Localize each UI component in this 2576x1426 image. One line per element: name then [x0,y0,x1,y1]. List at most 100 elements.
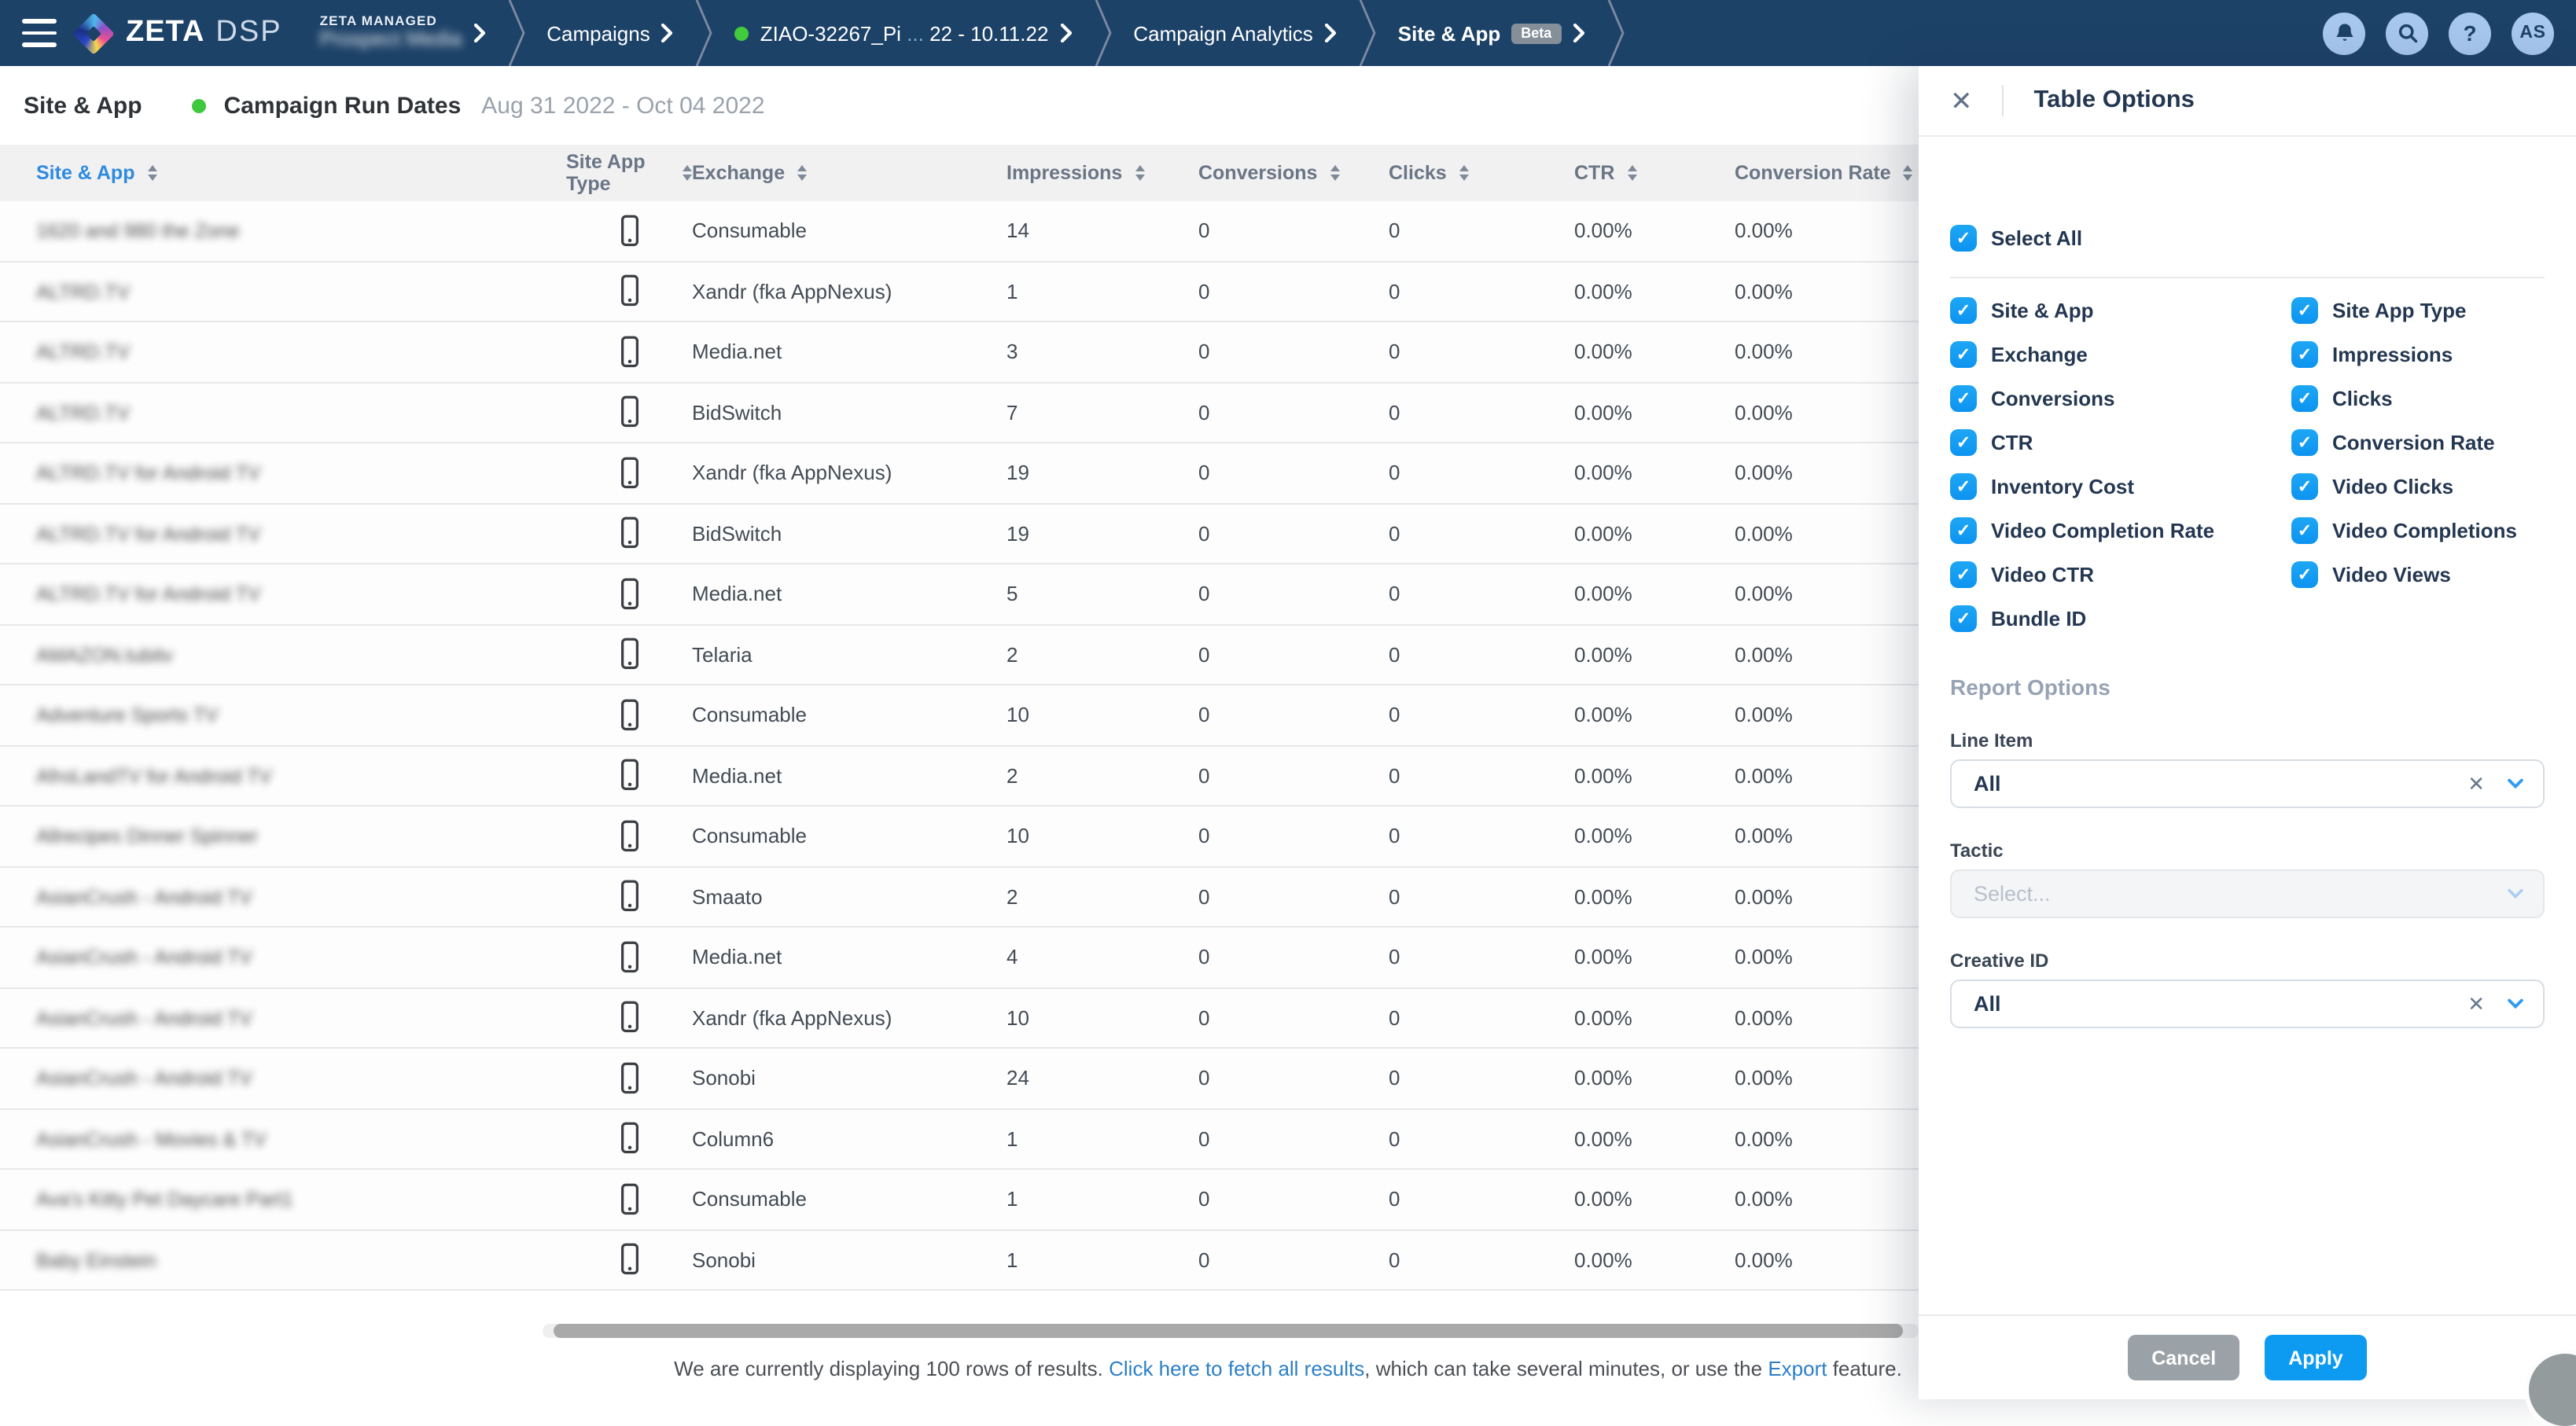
tactic-select[interactable]: Select... [1950,869,2545,918]
mobile-phone-icon [617,1122,641,1156]
column-header-exchange[interactable]: Exchange [692,162,1006,184]
column-checkbox-exchange[interactable]: ✓Exchange [1950,340,2291,367]
site-name-cell[interactable]: AsianCrush - Movies & TV [0,1127,566,1151]
site-app-type-cell [566,1182,692,1217]
column-header-ctr[interactable]: CTR [1574,162,1735,184]
column-checkbox-video-completions[interactable]: ✓Video Completions [2291,516,2563,543]
hamburger-menu-icon[interactable] [22,19,57,47]
mobile-phone-icon [617,1182,641,1217]
search-icon[interactable] [2386,12,2428,54]
exchange-cell: Column6 [692,1127,1006,1151]
ctr-cell: 0.00% [1574,1188,1735,1211]
site-name-cell[interactable]: Allrecipes Dinner Spinner [0,825,566,848]
site-name-cell[interactable]: AMAZON.tubitv [0,643,566,667]
avatar[interactable]: AS [2512,12,2554,54]
help-icon[interactable]: ? [2449,12,2491,54]
horizontal-scrollbar-thumb[interactable] [554,1324,1903,1338]
impressions-cell: 19 [1006,522,1198,546]
sort-icon [797,165,807,182]
column-header-conversions[interactable]: Conversions [1198,162,1389,184]
panel-footer: Cancel Apply [1919,1314,2576,1399]
site-name-cell[interactable]: Ava's Kitty Pet Daycare Part1 [0,1188,566,1211]
column-checkbox-site-app-type[interactable]: ✓Site App Type [2291,296,2563,323]
ctr-cell: 0.00% [1574,1248,1735,1272]
checkbox-checked-icon: ✓ [2291,472,2318,499]
site-name-cell[interactable]: ALTRD.TV [0,340,566,364]
site-name-cell[interactable]: AfroLandTV for Android TV [0,764,566,788]
conversions-cell: 0 [1198,643,1389,667]
checkbox-checked-icon: ✓ [2291,340,2318,367]
exchange-cell: Media.net [692,583,1006,606]
apply-button[interactable]: Apply [2265,1335,2366,1380]
column-checkbox-impressions[interactable]: ✓Impressions [2291,340,2563,367]
mobile-phone-icon [617,880,641,914]
breadcrumb-item-2[interactable]: ZIAO-32267_Pi ... 22 - 10.11.22 [735,21,1073,45]
column-checkbox-video-views[interactable]: ✓Video Views [2291,560,2563,587]
cancel-button[interactable]: Cancel [2128,1335,2239,1380]
close-icon[interactable]: ✕ [1950,87,1973,114]
clicks-cell: 0 [1389,1127,1574,1151]
site-name-cell[interactable]: ALTRD.TV for Android TV [0,461,566,485]
creative-id-select[interactable]: All ✕ [1950,979,2545,1028]
mobile-phone-icon [617,1061,641,1096]
column-checkbox-ctr[interactable]: ✓CTR [1950,428,2291,455]
export-link[interactable]: Export [1768,1357,1827,1380]
exchange-cell: Smaato [692,885,1006,909]
impressions-cell: 4 [1006,946,1198,969]
column-checkbox-conversions[interactable]: ✓Conversions [1950,384,2291,411]
chevron-down-icon[interactable] [2507,778,2524,789]
breadcrumb-item-3[interactable]: Campaign Analytics [1133,21,1336,45]
zeta-dsp-logo[interactable]: ZETA DSP [79,16,282,50]
breadcrumb-separator [1092,0,1113,66]
conversions-cell: 0 [1198,522,1389,546]
breadcrumb-item-0[interactable]: ZETA MANAGEDProspect Media [320,13,486,52]
site-name-cell[interactable]: ALTRD.TV [0,401,566,424]
site-name-cell[interactable]: AsianCrush - Android TV [0,885,566,909]
site-app-type-cell [566,456,692,491]
clear-icon[interactable]: ✕ [2467,771,2485,796]
column-checkbox-bundle-id[interactable]: ✓Bundle ID [1950,605,2291,631]
column-checkbox-video-clicks[interactable]: ✓ Video Clicks [2291,472,2563,499]
site-name-cell[interactable]: AsianCrush - Android TV [0,946,566,969]
column-header-clicks[interactable]: Clicks [1389,162,1574,184]
site-name-cell[interactable]: Adventure Sports TV [0,704,566,727]
clicks-cell: 0 [1389,461,1574,485]
site-name-cell[interactable]: ALTRD.TV for Android TV [0,522,566,546]
column-checkbox-grid: ✓Site & App ✓Exchange ✓Conversions ✓CTR ✓Inv… [1950,288,2563,640]
column-checkbox-site-app[interactable]: ✓Site & App [1950,296,2291,323]
clear-icon[interactable]: ✕ [2467,991,2485,1016]
chevron-down-icon[interactable] [2507,998,2524,1009]
checkbox-label: Site App Type [2332,298,2466,322]
line-item-select[interactable]: All ✕ [1950,759,2545,808]
site-name-cell[interactable]: AsianCrush - Android TV [0,1006,566,1030]
site-name-cell[interactable]: ALTRD.TV for Android TV [0,583,566,606]
ctr-cell: 0.00% [1574,219,1735,243]
column-checkbox-conversion-rate[interactable]: ✓Conversion Rate [2291,428,2563,455]
exchange-cell: Telaria [692,643,1006,667]
column-checkbox-video-ctr[interactable]: ✓Video CTR [1950,560,2291,587]
breadcrumb-label: Campaign Analytics [1133,21,1312,45]
fetch-all-results-link[interactable]: Click here to fetch all results [1109,1357,1364,1380]
column-header-site-app-type[interactable]: Site App Type [566,151,692,195]
conversions-cell: 0 [1198,280,1389,303]
breadcrumb-item-1[interactable]: Campaigns [546,21,674,45]
exchange-cell: Consumable [692,219,1006,243]
conversions-cell: 0 [1198,1127,1389,1151]
notifications-icon[interactable] [2323,12,2365,54]
column-checkbox-clicks[interactable]: ✓Clicks [2291,384,2563,411]
clicks-cell: 0 [1389,583,1574,606]
footer-text: We are currently displaying 100 rows of … [674,1357,1109,1380]
site-name-cell[interactable]: 1620 and 980 the Zone [0,219,566,243]
conversions-cell: 0 [1198,1067,1389,1090]
site-name-cell[interactable]: AsianCrush - Android TV [0,1067,566,1090]
column-header-impressions[interactable]: Impressions [1006,162,1198,184]
select-all-checkbox[interactable]: ✓ Select All [1950,225,2082,252]
site-name-cell[interactable]: Baby Einstein [0,1248,566,1272]
column-header-site-app[interactable]: Site & App [0,162,566,184]
checkbox-label: Video Clicks [2332,474,2453,498]
column-checkbox-video-completion-rate[interactable]: ✓Video Completion Rate [1950,516,2291,543]
impressions-cell: 19 [1006,461,1198,485]
column-checkbox-inventory-cost[interactable]: ✓Inventory Cost [1950,472,2291,499]
site-name-cell[interactable]: ALTRD.TV [0,280,566,303]
breadcrumb-item-4[interactable]: Site & AppBeta [1398,21,1585,45]
